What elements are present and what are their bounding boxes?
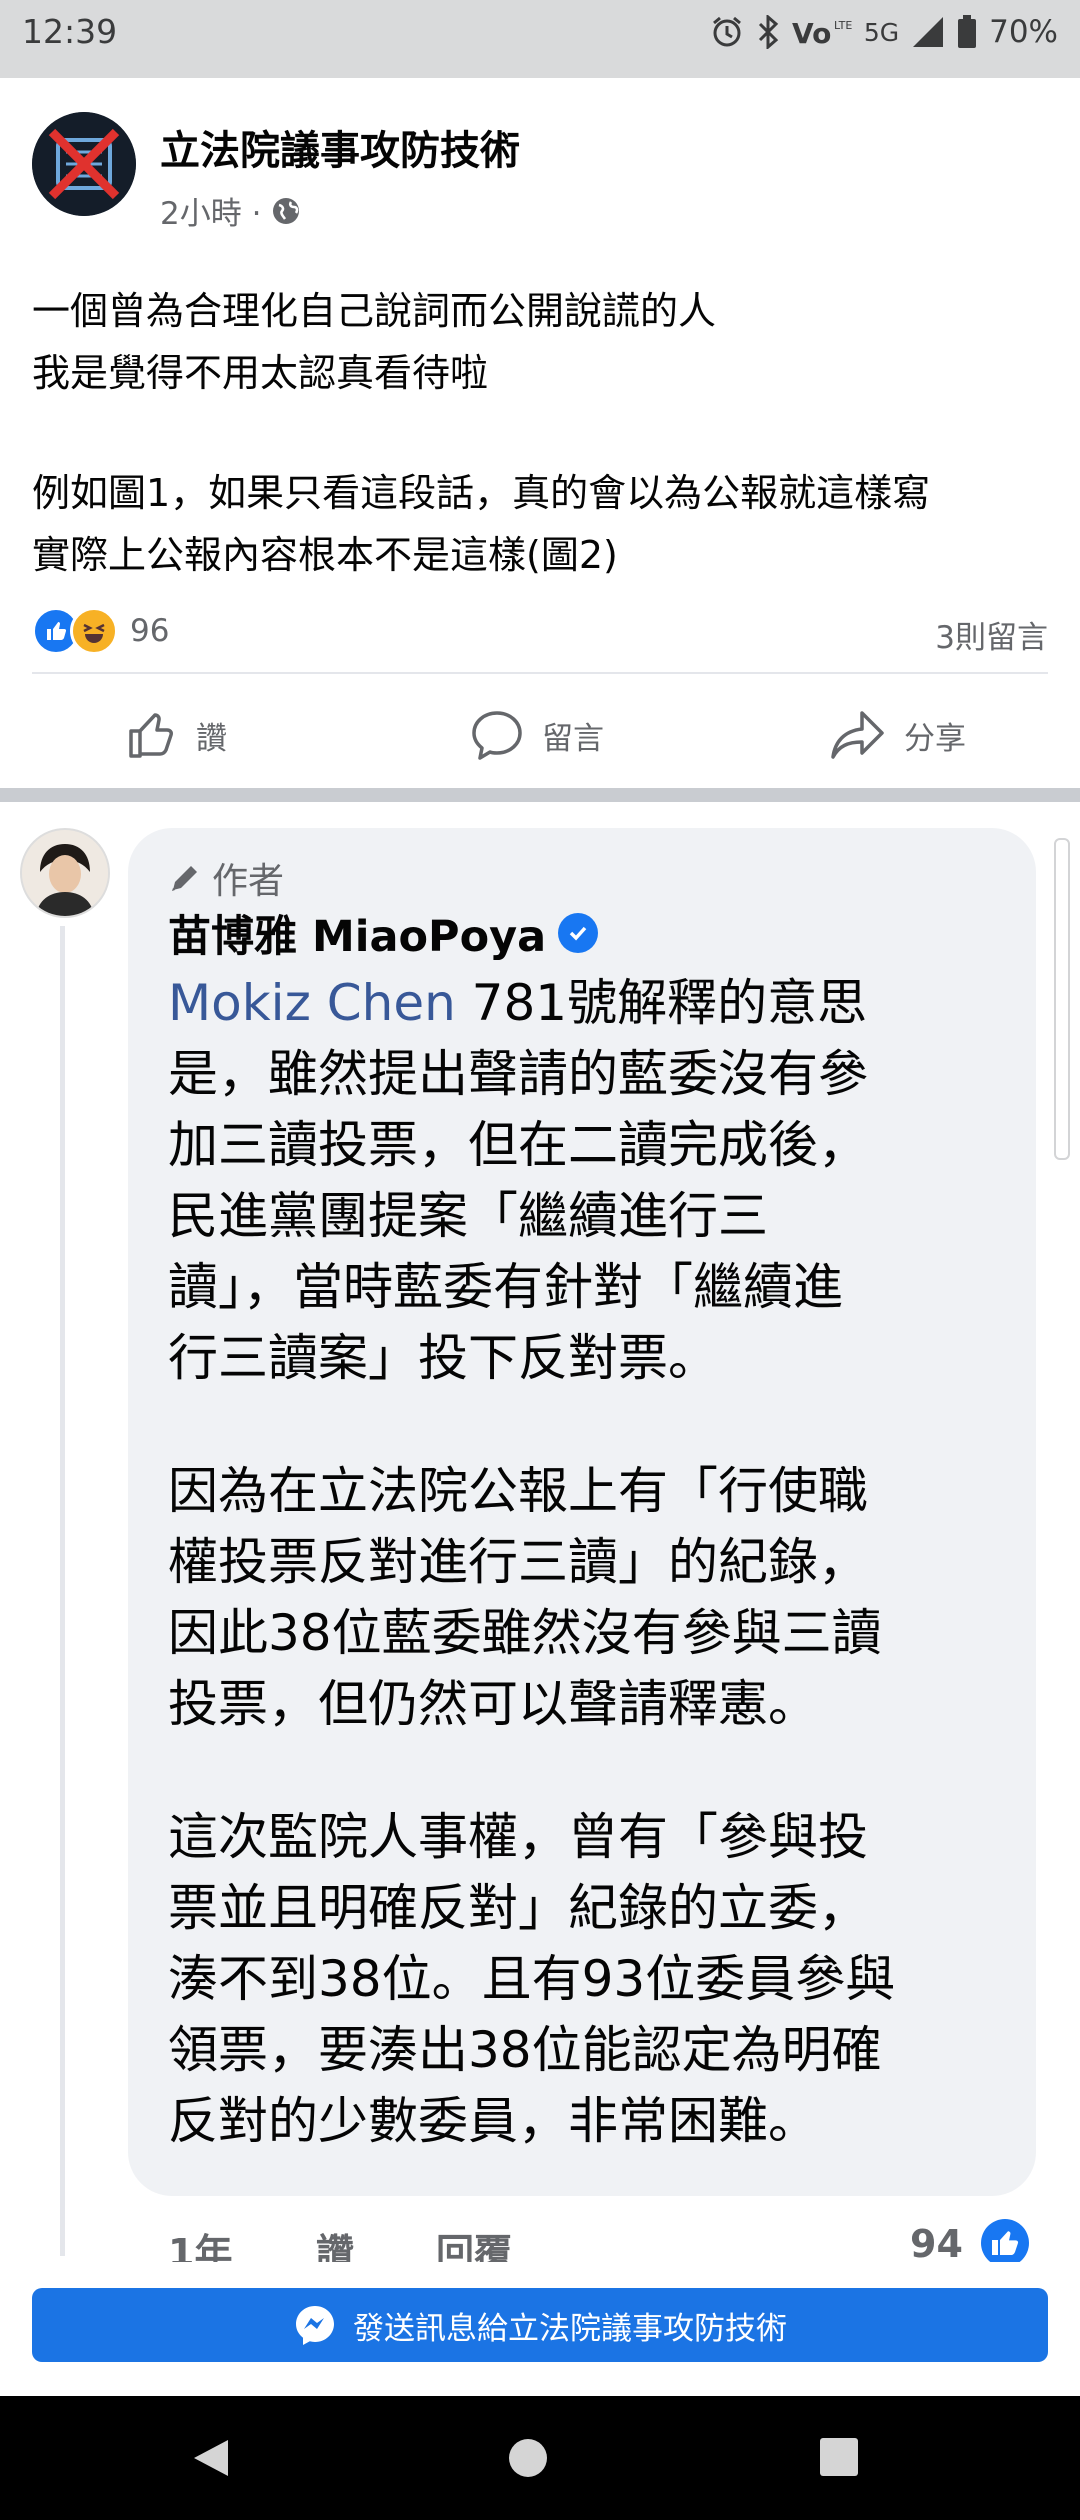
reaction-count: 96 (130, 613, 170, 649)
status-time: 12:39 (22, 12, 118, 51)
signal-icon (913, 17, 944, 47)
volte-icon: Vo LTE (792, 17, 852, 49)
comment-line: 領票，要湊出38位能認定為明確 (168, 2021, 882, 2079)
network-type: 5G (863, 17, 900, 47)
post-actions: 讚 留言 分享 (0, 690, 1080, 780)
back-icon[interactable] (190, 2436, 234, 2484)
post-line: 我是覺得不用太認真看待啦 (32, 351, 489, 395)
page-name[interactable]: 立法院議事攻防技術 (160, 118, 520, 176)
reaction-summary[interactable]: 96 (32, 607, 170, 655)
post-time[interactable]: 2小時 · (160, 188, 261, 233)
thumbs-up-icon (129, 713, 173, 758)
comment-line: 加三讀投票，但在二讀完成後， (168, 1116, 868, 1174)
message-bar: 發送訊息給立法院議事攻防技術 (0, 2262, 1080, 2392)
comment-line: 權投票反對進行三讀」的紀錄， (168, 1533, 868, 1591)
page-avatar[interactable] (32, 112, 136, 216)
comment-line: 讀」，當時藍委有針對「繼續進 (168, 1258, 843, 1316)
comment-line: 票並且明確反對」紀錄的立委， (168, 1879, 868, 1937)
post-body: 一個曾為合理化自己說詞而公開說謊的人 我是覺得不用太認真看待啦 例如圖1，如果只… (32, 280, 1052, 586)
like-button[interactable]: 讚 (126, 690, 227, 780)
divider (32, 672, 1048, 674)
share-icon (831, 711, 884, 759)
status-bar: 12:39 Vo LTE 5G 70% (0, 0, 1080, 78)
scrollbar[interactable] (1054, 838, 1070, 1160)
haha-reaction-icon (70, 607, 118, 655)
comment-line: 是，雖然提出聲請的藍委沒有參 (168, 1045, 868, 1103)
post-line: 一個曾為合理化自己說詞而公開說謊的人 (32, 289, 717, 333)
comment-count[interactable]: 3則留言 (935, 612, 1048, 657)
comment-icon (472, 711, 522, 760)
globe-icon (273, 197, 300, 224)
alarm-icon (712, 16, 741, 47)
bluetooth-icon (758, 15, 779, 49)
pencil-icon (172, 866, 197, 891)
comment-author-name: 苗博雅 MiaoPoya (168, 912, 547, 962)
commenter-avatar[interactable] (20, 828, 110, 918)
svg-text:Vo: Vo (792, 17, 831, 49)
comment-line: 湊不到38位。且有93位委員參與 (168, 1950, 896, 2008)
verified-badge-icon (558, 913, 599, 953)
thread-line (60, 926, 65, 2256)
comment-line: 因為在立法院公報上有「行使職 (168, 1462, 868, 1520)
comment-line: Mokiz Chen 781號解釋的意思 (168, 968, 1018, 1039)
comment-line: 這次監院人事權，曾有「參與投 (168, 1808, 868, 1866)
share-button[interactable]: 分享 (830, 690, 966, 780)
post-meta: 2小時 · (160, 188, 301, 233)
author-badge: 作者 (168, 852, 284, 904)
post-line-gap (32, 404, 1052, 462)
comment-button[interactable]: 留言 (470, 690, 604, 780)
like-label: 讚 (196, 720, 227, 757)
post-line: 例如圖1，如果只看這段話，真的會以為公報就這樣寫 (32, 471, 931, 515)
comment-author[interactable]: 苗博雅 MiaoPoya (168, 902, 599, 964)
status-icons: Vo LTE 5G 70% (710, 12, 1058, 52)
section-separator (0, 788, 1080, 802)
comment-reaction-count: 94 (910, 2222, 963, 2266)
system-nav-bar (0, 2396, 1080, 2520)
recents-icon[interactable] (818, 2436, 860, 2482)
mention-link[interactable]: Mokiz Chen (168, 974, 456, 1032)
comment-line: 反對的少數委員，非常困難。 (168, 2092, 818, 2150)
comment-line-text: 781號解釋的意思 (455, 974, 868, 1032)
comment-line: 民進黨團提案「繼續進行三 (168, 1187, 768, 1245)
home-icon[interactable] (506, 2436, 550, 2484)
messenger-icon (296, 2306, 334, 2345)
post-line: 實際上公報內容根本不是這樣(圖2) (32, 533, 618, 577)
battery-icon (958, 15, 977, 48)
comment-body: Mokiz Chen 781號解釋的意思 是，雖然提出聲請的藍委沒有參 加三讀投… (168, 968, 1018, 2157)
comment-line: 投票，但仍然可以聲請釋憲。 (168, 1675, 818, 1733)
send-message-button[interactable]: 發送訊息給立法院議事攻防技術 (32, 2288, 1048, 2362)
author-badge-label: 作者 (212, 861, 285, 902)
battery-level: 70% (989, 14, 1058, 50)
comment-label: 留言 (542, 720, 604, 757)
send-message-label: 發送訊息給立法院議事攻防技術 (353, 2310, 787, 2347)
comment-line: 因此38位藍委雖然沒有參與三讀 (168, 1604, 882, 1662)
comment-line: 行三讀案」投下反對票。 (168, 1329, 718, 1387)
svg-text:LTE: LTE (834, 19, 852, 32)
share-label: 分享 (904, 720, 966, 757)
